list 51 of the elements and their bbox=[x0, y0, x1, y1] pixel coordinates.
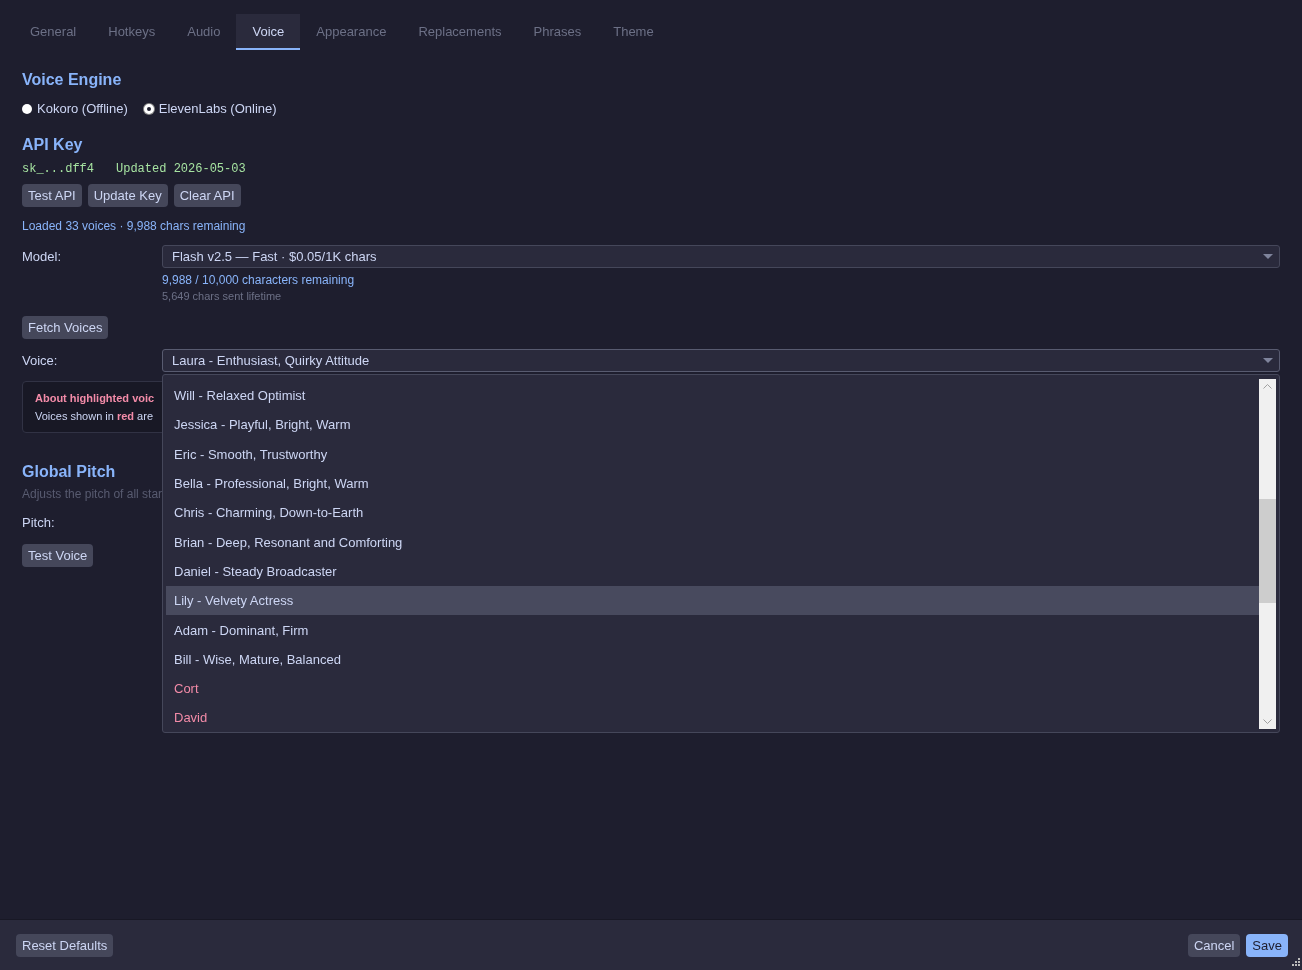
resize-grip-icon[interactable] bbox=[1290, 958, 1300, 968]
quota-text: 9,988 / 10,000 characters remaining bbox=[162, 273, 355, 287]
voice-option[interactable]: Chris - Charming, Down-to-Earth bbox=[166, 498, 1259, 528]
updated-date: Updated 2026-05-03 bbox=[116, 162, 246, 176]
description-text: Adjusts the pitch of all star bbox=[22, 487, 163, 501]
cancel-button[interactable]: Cancel bbox=[1187, 933, 1241, 957]
lifetime-text: 5,649 chars sent lifetime bbox=[162, 290, 282, 302]
voice-option[interactable]: Daniel - Steady Broadcaster bbox=[166, 556, 1259, 587]
voice-option[interactable]: Will - Relaxed Optimist bbox=[166, 381, 1259, 411]
section-title: Voice Engine bbox=[22, 71, 122, 89]
api-button[interactable]: Update Key bbox=[87, 184, 168, 207]
tab[interactable]: Audio bbox=[171, 14, 237, 50]
voice-option[interactable]: Lily - Velvety Actress bbox=[166, 586, 1259, 616]
status-text: Loaded 33 voices · 9,988 chars remaining bbox=[22, 219, 246, 233]
tab[interactable]: Phrases bbox=[517, 14, 598, 50]
voice-option[interactable]: Bella - Professional, Bright, Warm bbox=[166, 468, 1259, 499]
voice-option[interactable]: Cort bbox=[166, 673, 1259, 704]
caret-icon bbox=[1263, 254, 1273, 260]
reset-defaults-button[interactable]: Reset Defaults bbox=[16, 933, 114, 957]
radio-label: ElevenLabs (Online) bbox=[158, 101, 277, 116]
tab[interactable]: Voice bbox=[236, 14, 301, 50]
tab[interactable]: Appearance bbox=[300, 14, 403, 50]
fetch-voices-button[interactable]: Fetch Voices bbox=[22, 316, 109, 339]
notice-title: About highlighted voic bbox=[35, 392, 155, 404]
tab[interactable]: Theme bbox=[597, 14, 670, 50]
notice-text: Voices shown in red are bbox=[35, 410, 154, 422]
test-voice-button[interactable]: Test Voice bbox=[22, 544, 94, 567]
radio-label: Kokoro (Offline) bbox=[37, 101, 128, 116]
section-title: Global Pitch bbox=[22, 463, 116, 481]
voice-option[interactable]: Bill - Wise, Mature, Balanced bbox=[166, 644, 1259, 674]
tab[interactable]: General bbox=[14, 14, 93, 50]
tab[interactable]: Hotkeys bbox=[92, 14, 172, 50]
model-select[interactable]: Flash v2.5 — Fast · $0.05/1K chars bbox=[162, 245, 1280, 268]
section-title: API Key bbox=[22, 136, 83, 154]
tab[interactable]: Replacements bbox=[402, 14, 518, 50]
api-key-text: sk_...dff4 bbox=[22, 162, 94, 176]
voice-option[interactable]: Jessica - Playful, Bright, Warm bbox=[166, 410, 1259, 440]
voice-option[interactable]: David bbox=[166, 703, 1259, 732]
save-button[interactable]: Save bbox=[1246, 933, 1288, 957]
voice-select[interactable]: Laura - Enthusiast, Quirky Attitude bbox=[162, 349, 1280, 372]
radio-button[interactable] bbox=[143, 103, 154, 114]
voice-option[interactable]: Brian - Deep, Resonant and Comforting bbox=[166, 527, 1259, 557]
field-label: Voice: bbox=[22, 353, 58, 368]
field-label: Model: bbox=[22, 249, 62, 264]
voice-option[interactable]: Eric - Smooth, Trustworthy bbox=[166, 439, 1259, 469]
field-label: Pitch: bbox=[22, 515, 55, 530]
api-button[interactable]: Test API bbox=[22, 184, 82, 207]
api-button[interactable]: Clear API bbox=[173, 184, 241, 207]
voice-option[interactable]: Adam - Dominant, Firm bbox=[166, 615, 1259, 645]
radio-button[interactable] bbox=[22, 103, 32, 114]
caret-icon bbox=[1263, 358, 1273, 364]
